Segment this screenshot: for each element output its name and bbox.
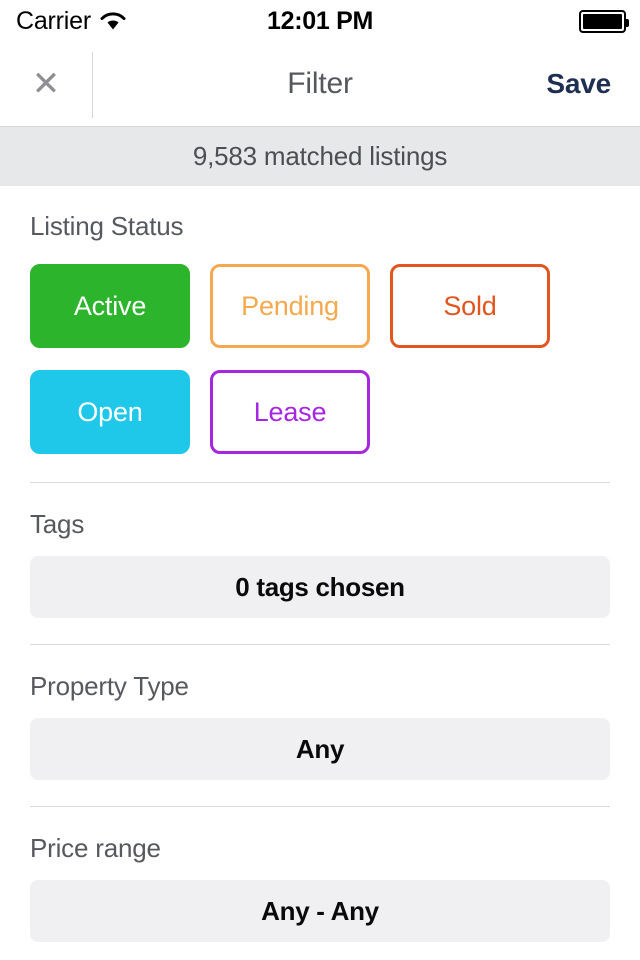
- status-chip-lease-label: Lease: [253, 396, 327, 427]
- price-range-value: Any - Any: [261, 895, 379, 926]
- listing-status-row-1: Active Pending Sold: [30, 264, 610, 348]
- property-type-value: Any: [295, 733, 345, 764]
- status-bar-right: [579, 9, 629, 33]
- status-chip-open[interactable]: Open: [30, 370, 190, 454]
- navigation-bar: ✕ Filter Save: [0, 42, 640, 126]
- filter-screen: Carrier 12:01 PM ✕ Filter Save 9,583 mat…: [0, 0, 640, 960]
- property-type-field[interactable]: Any: [30, 718, 610, 780]
- property-type-section: Property Type Any: [30, 645, 610, 806]
- status-bar: Carrier 12:01 PM: [0, 0, 640, 42]
- status-chip-active-label: Active: [73, 290, 147, 321]
- tags-field[interactable]: 0 tags chosen: [30, 556, 610, 618]
- status-bar-time: 12:01 PM: [267, 6, 373, 35]
- tags-value: 0 tags chosen: [235, 571, 405, 602]
- status-chip-lease[interactable]: Lease: [210, 370, 370, 454]
- matched-listings-banner: 9,583 matched listings: [0, 126, 640, 186]
- tags-section: Tags 0 tags chosen: [30, 483, 610, 644]
- page-title: Filter: [287, 67, 353, 100]
- status-chip-sold-label: Sold: [443, 290, 497, 321]
- price-range-label: Price range: [30, 833, 161, 863]
- status-chip-active[interactable]: Active: [30, 264, 190, 348]
- status-chip-sold[interactable]: Sold: [390, 264, 550, 348]
- filter-content: Listing Status Active Pending Sold Open …: [0, 186, 640, 960]
- listing-status-section: Listing Status Active Pending Sold Open …: [30, 186, 610, 482]
- property-type-label: Property Type: [30, 671, 189, 701]
- status-chip-pending[interactable]: Pending: [210, 264, 370, 348]
- price-range-section: Price range Any - Any: [30, 807, 610, 960]
- listing-status-label: Listing Status: [30, 211, 184, 241]
- tags-label: Tags: [30, 509, 85, 539]
- status-chip-open-label: Open: [77, 396, 143, 427]
- matched-listings-count: 9,583 matched listings: [192, 141, 448, 171]
- price-range-field[interactable]: Any - Any: [30, 880, 610, 942]
- battery-full-icon: [579, 9, 629, 33]
- status-chip-pending-label: Pending: [241, 290, 339, 321]
- listing-status-row-2: Open Lease: [30, 370, 610, 482]
